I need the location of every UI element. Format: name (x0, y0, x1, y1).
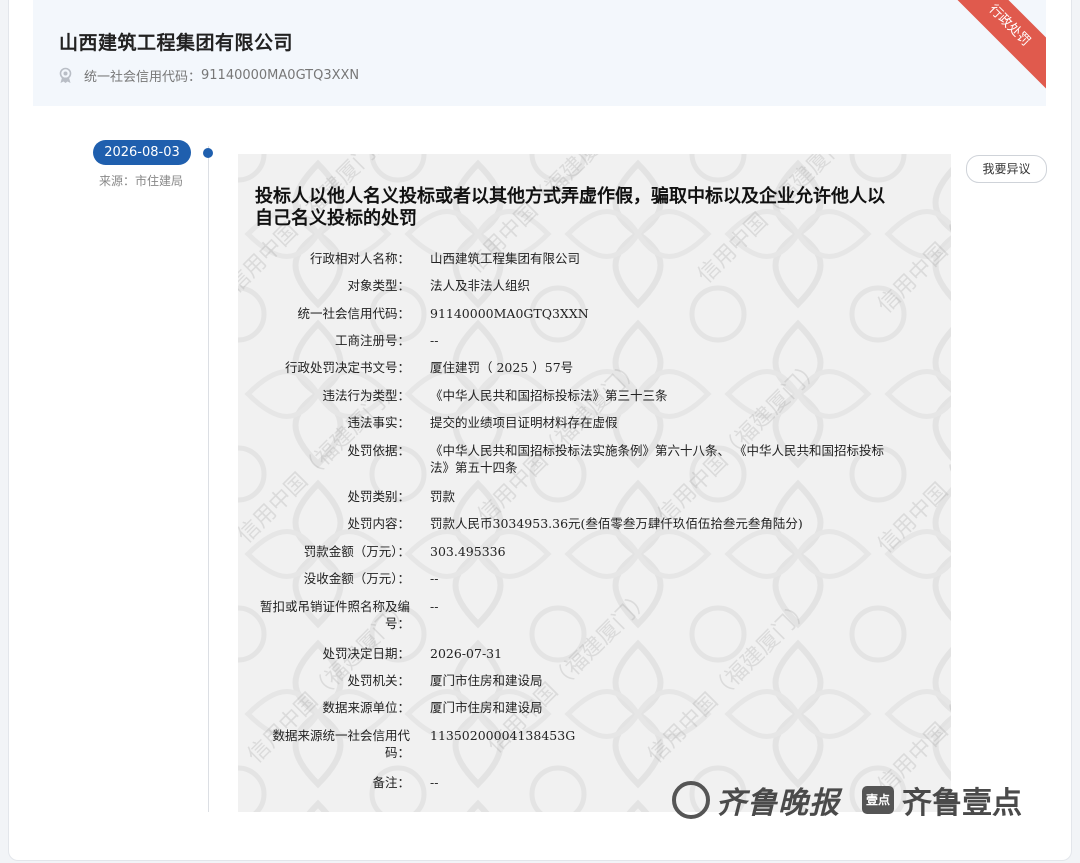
field-value: 法人及非法人组织 (430, 278, 531, 293)
field-label: 数据来源单位： (322, 700, 410, 715)
field-value: 91140000MA0GTQ3XXN (430, 306, 589, 321)
logo2-text: 齐鲁壹点 (902, 786, 1022, 821)
field-value: 罚款人民币3034953.36元(叁佰零叁万肆仟玖佰伍拾叁元叁角陆分) (430, 516, 803, 531)
qilu-circle-icon (672, 781, 710, 819)
field-value: 《中华人民共和国招标投标法实施条例》第六十八条、 《中华人民共和国招标投标法》第… (430, 443, 884, 475)
field-label: 行政相对人名称： (309, 251, 410, 266)
objection-button[interactable]: 我要异议 (966, 155, 1047, 183)
field-label: 统一社会信用代码： (297, 306, 410, 321)
record-date-badge: 2026-08-03 (93, 140, 191, 165)
field-value: 厦住建罚（ 2025 ）57号 (430, 360, 574, 375)
field-label: 处罚内容： (347, 516, 410, 531)
badge-icon (57, 67, 74, 84)
field-label: 工商注册号： (334, 333, 410, 348)
timeline-dot (203, 148, 213, 158)
field-label: 违法行为类型： (322, 388, 410, 403)
record-source: 来源：市住建局 (99, 174, 184, 188)
field-label: 处罚类别： (347, 489, 410, 504)
field-value: 厦门市住房和建设局 (430, 673, 543, 688)
field-value: -- (430, 599, 439, 614)
field-label: 行政处罚决定书文号： (284, 360, 410, 375)
timeline-line (208, 146, 209, 812)
field-label: 备注： (372, 775, 410, 790)
field-label: 违法事实： (347, 415, 410, 430)
field-label: 暂扣或吊销证件照名称及编号： (259, 599, 410, 631)
qilu-yidian-logo: 壹点 齐鲁壹点 (862, 778, 1022, 822)
field-label: 数据来源统一社会信用代码： (272, 728, 410, 760)
media-logos: 齐鲁晚报 壹点 齐鲁壹点 (672, 776, 1022, 824)
credit-code-label: 统一社会信用代码： (84, 70, 202, 85)
field-label: 罚款金额（万元）： (303, 544, 410, 559)
credit-code-value: 91140000MA0GTQ3XXN (201, 68, 360, 83)
field-value: -- (430, 571, 439, 586)
company-header: 山西建筑工程集团有限公司 统一社会信用代码： 91140000MA0GTQ3XX… (33, 0, 1046, 106)
administrative-penalty-ribbon: 行政处罚 (943, 0, 1046, 92)
field-label: 对象类型： (347, 278, 410, 293)
field-value: 2026-07-31 (430, 646, 503, 661)
field-label: 处罚依据： (347, 443, 410, 458)
qilu-evening-news-logo: 齐鲁晚报 (672, 778, 840, 822)
yidian-box-icon: 壹点 (862, 786, 894, 814)
field-value: 提交的业绩项目证明材料存在虚假 (430, 415, 618, 430)
field-value: 罚款 (430, 489, 456, 504)
penalty-document: 信用中国（福建厦门） 信用中国（福建厦门） 信用中国（福建厦门） 信用中国（福建… (238, 154, 951, 812)
field-value: 11350200004138453G (430, 728, 576, 743)
field-value: 303.495336 (430, 544, 506, 559)
credit-code-row: 统一社会信用代码： 91140000MA0GTQ3XXN (57, 66, 359, 85)
field-value: 山西建筑工程集团有限公司 (430, 251, 581, 266)
field-value: 厦门市住房和建设局 (430, 700, 543, 715)
logo1-text: 齐鲁晚报 (716, 786, 840, 821)
field-value: -- (430, 333, 439, 348)
field-label: 处罚决定日期： (322, 646, 410, 661)
field-value: 《中华人民共和国招标投标法》第三十三条 (430, 388, 668, 403)
company-name: 山西建筑工程集团有限公司 (59, 32, 294, 54)
field-label: 没收金额（万元）： (303, 571, 410, 586)
field-label: 处罚机关： (347, 673, 410, 688)
penalty-title: 投标人以他人名义投标或者以其他方式弄虚作假，骗取中标以及企业允许他人以自己名义投… (255, 186, 885, 229)
